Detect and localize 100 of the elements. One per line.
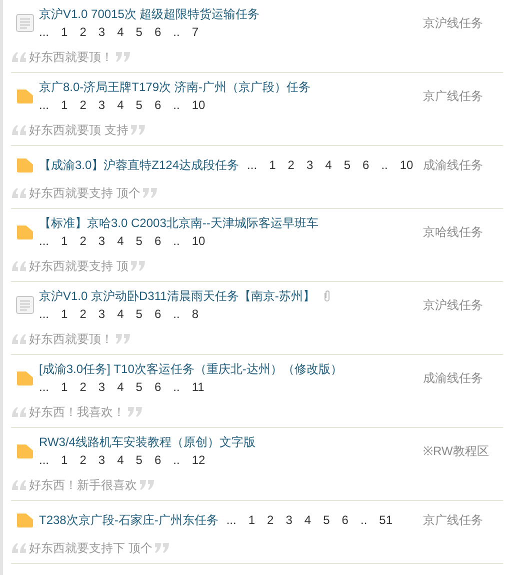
page-link[interactable]: 4 <box>117 232 124 250</box>
page-link[interactable]: 3 <box>98 378 106 396</box>
page-link[interactable]: 3 <box>98 305 106 323</box>
page-link[interactable]: ... <box>39 305 50 323</box>
page-link[interactable]: 6 <box>154 378 162 396</box>
page-link[interactable]: 1 <box>61 232 68 250</box>
open-quote-icon <box>11 479 27 491</box>
page-link[interactable]: 5 <box>136 378 142 396</box>
page-link[interactable]: 2 <box>80 23 86 41</box>
page-link[interactable]: 4 <box>304 511 312 529</box>
page-link[interactable]: 2 <box>80 451 86 469</box>
page-link[interactable]: 5 <box>136 232 142 250</box>
page-link[interactable]: ... <box>39 451 50 469</box>
page-link[interactable]: 2 <box>288 156 294 174</box>
page-link[interactable]: 10 <box>192 232 206 250</box>
page-link[interactable]: 3 <box>98 96 106 114</box>
page-link[interactable]: 5 <box>323 511 330 529</box>
page-link[interactable]: 1 <box>61 305 68 323</box>
comment-text: 好东西就要顶 支持 <box>29 122 128 139</box>
category-label: 京哈线任务 <box>423 224 484 241</box>
comment-text: 好东西就要支持下 顶个 <box>29 540 152 557</box>
page-link[interactable]: 3 <box>98 23 106 41</box>
page-link[interactable]: 5 <box>136 96 142 114</box>
document-icon <box>16 14 34 32</box>
page-link[interactable]: 4 <box>117 96 124 114</box>
document-icon <box>16 296 34 314</box>
page-link[interactable]: 1 <box>61 23 68 41</box>
page-link[interactable]: 6 <box>342 511 348 529</box>
page-link[interactable]: 51 <box>379 511 393 529</box>
page-link[interactable]: 2 <box>80 232 86 250</box>
page-link[interactable]: 5 <box>136 305 142 323</box>
page-link[interactable]: ... <box>39 378 50 396</box>
page-link[interactable]: 3 <box>286 511 292 529</box>
page-link[interactable]: ... <box>226 511 236 529</box>
page-link[interactable]: .. <box>173 23 180 41</box>
close-quote-icon <box>139 479 155 491</box>
open-quote-icon <box>11 187 27 199</box>
page-link[interactable]: 2 <box>267 511 274 529</box>
page-link[interactable]: 8 <box>192 305 198 323</box>
page-link[interactable]: 5 <box>136 451 142 469</box>
thread-title[interactable]: 【成渝3.0】沪蓉直特Z124达成段任务 <box>39 156 240 174</box>
page-link[interactable]: .. <box>173 451 180 469</box>
paperclip-icon <box>322 290 331 302</box>
page-link[interactable]: .. <box>173 96 180 114</box>
thread-title[interactable]: T238次京广段-石家庄-广州东任务 <box>39 511 218 529</box>
page-link[interactable]: 1 <box>61 378 68 396</box>
category-label: ※RW教程区 <box>423 443 490 460</box>
page-link[interactable]: 1 <box>269 156 276 174</box>
page-link[interactable]: 2 <box>80 305 86 323</box>
page-link[interactable]: 3 <box>98 232 106 250</box>
page-link[interactable]: 2 <box>80 378 86 396</box>
page-link[interactable]: 6 <box>154 23 162 41</box>
page-link[interactable]: 4 <box>325 156 332 174</box>
thread-title[interactable]: 【标准】京哈3.0 C2003北京南--天津城际客运早班车 <box>39 214 318 232</box>
page-link[interactable]: .. <box>173 378 180 396</box>
open-quote-icon <box>11 542 27 554</box>
open-quote-icon <box>11 406 27 418</box>
page-link[interactable]: 4 <box>117 451 124 469</box>
folder-icon <box>16 88 34 104</box>
page-link[interactable]: 12 <box>192 451 206 469</box>
page-link[interactable]: .. <box>360 511 368 529</box>
thread-title[interactable]: 京沪V1.0 70015次 超级超限特货运输任务 <box>39 5 260 23</box>
page-link[interactable]: 1 <box>61 451 68 469</box>
comment-text: 好东西！新手很喜欢 <box>29 477 137 494</box>
folder-icon <box>16 157 34 173</box>
page-link[interactable]: .. <box>173 305 180 323</box>
page-link[interactable]: ... <box>39 232 50 250</box>
page-link[interactable]: 6 <box>154 451 162 469</box>
folder-icon <box>16 370 34 386</box>
page-link[interactable]: 6 <box>154 96 162 114</box>
page-link[interactable]: 5 <box>136 23 142 41</box>
page-link[interactable]: 1 <box>248 511 256 529</box>
page-link[interactable]: 3 <box>306 156 314 174</box>
page-link[interactable]: ... <box>247 156 258 174</box>
page-link[interactable]: 5 <box>344 156 350 174</box>
thread-title[interactable]: 京广8.0-济局王牌T179次 济南-广州（京广段）任务 <box>39 78 310 96</box>
category-label: 成渝线任务 <box>423 370 484 387</box>
page-link[interactable]: 2 <box>80 96 86 114</box>
page-link[interactable]: 10 <box>400 156 414 174</box>
page-link[interactable]: ... <box>39 23 50 41</box>
page-link[interactable]: 10 <box>192 96 206 114</box>
page-link[interactable]: 6 <box>154 305 162 323</box>
page-link[interactable]: 7 <box>192 23 198 41</box>
page-link[interactable]: .. <box>381 156 388 174</box>
thread-title[interactable]: [成渝3.0任务] T10次客运任务（重庆北-达州）（修改版） <box>39 360 342 378</box>
page-link[interactable]: 6 <box>154 232 162 250</box>
page-link[interactable]: ... <box>39 96 50 114</box>
comment-text: 好东西就要顶！ <box>29 331 113 348</box>
page-link[interactable]: 3 <box>98 451 106 469</box>
page-link[interactable]: 4 <box>117 305 124 323</box>
page-link[interactable]: 11 <box>192 378 204 396</box>
page-link[interactable]: 4 <box>117 378 124 396</box>
thread-title[interactable]: RW3/4线路机车安装教程（原创）文字版 <box>39 433 256 451</box>
open-quote-icon <box>11 260 27 272</box>
thread-title[interactable]: 京沪V1.0 京沪动卧D311清晨雨天任务【南京-苏州】 <box>39 287 315 305</box>
page-link[interactable]: 1 <box>61 96 68 114</box>
page-link[interactable]: 6 <box>362 156 370 174</box>
open-quote-icon <box>11 51 27 63</box>
page-link[interactable]: .. <box>173 232 180 250</box>
page-link[interactable]: 4 <box>117 23 124 41</box>
